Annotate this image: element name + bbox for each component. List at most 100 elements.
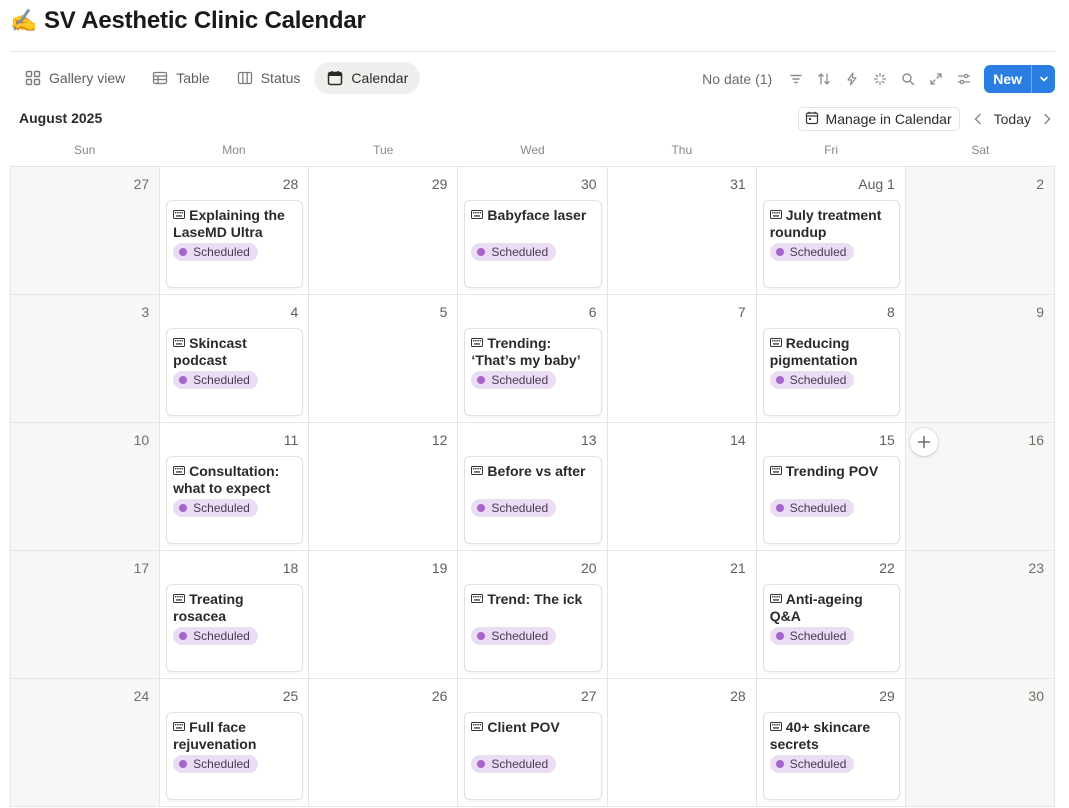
calendar-day-cell[interactable]: 6 Trending: ‘That’s my baby’ Scheduled (458, 295, 608, 423)
calendar-day-cell[interactable]: 9 (905, 295, 1055, 423)
event-card[interactable]: Anti-ageing Q&A Scheduled (762, 584, 900, 672)
keyboard-icon (471, 462, 484, 475)
calendar-day-cell[interactable]: 8 Reducing pigmentation Scheduled (756, 295, 906, 423)
calendar-day-cell[interactable]: 29 40+ skincare secrets Scheduled (756, 679, 906, 807)
status-label: Scheduled (789, 373, 847, 387)
chevron-right-icon[interactable] (1037, 107, 1057, 131)
calendar-day-cell[interactable]: 30 (905, 679, 1055, 807)
event-card[interactable]: Skincast podcast Scheduled (166, 328, 304, 416)
day-number: 14 (730, 432, 746, 448)
event-card[interactable]: Trend: The ick Scheduled (464, 584, 602, 672)
calendar-day-cell[interactable]: 25 Full face rejuvenation Scheduled (160, 679, 310, 807)
no-date-button[interactable]: No date (1) (702, 71, 772, 87)
calendar-day-cell[interactable]: 27 (11, 167, 161, 295)
board-icon (236, 69, 254, 87)
calendar-day-cell[interactable]: 18 Treating rosacea Scheduled (160, 551, 310, 679)
automation-icon[interactable] (838, 65, 866, 93)
status-badge: Scheduled (769, 627, 855, 645)
calendar-day-cell[interactable]: 17 (11, 551, 161, 679)
page-title[interactable]: SV Aesthetic Clinic Calendar (44, 7, 366, 35)
tab-status[interactable]: Status (224, 62, 313, 94)
weekday-label: Sat (971, 143, 990, 157)
filter-icon[interactable] (782, 65, 810, 93)
tab-gallery-view[interactable]: Gallery view (12, 62, 137, 94)
calendar-day-cell[interactable]: 24 (11, 679, 161, 807)
status-dot (775, 504, 784, 512)
calendar-day-cell[interactable]: 31 (607, 167, 757, 295)
sort-icon[interactable] (810, 65, 838, 93)
toolbar: No date (1) New (702, 65, 1055, 93)
status-badge: Scheduled (173, 499, 258, 517)
calendar-day-cell[interactable]: 20 Trend: The ick Scheduled (458, 551, 608, 679)
day-number: 3 (141, 304, 150, 320)
weekday-label: Tue (373, 143, 394, 157)
status-dot (179, 760, 188, 768)
calendar-day-cell[interactable]: 23 (905, 551, 1055, 679)
status-badge: Scheduled (769, 243, 855, 261)
day-number: 23 (1028, 560, 1044, 576)
event-title: Full face rejuvenation (173, 718, 296, 752)
manage-in-calendar-button[interactable]: Manage in Calendar (797, 107, 960, 131)
event-card[interactable]: Before vs after Scheduled (464, 456, 602, 544)
calendar-day-cell[interactable]: 2 (905, 167, 1055, 295)
day-number: 25 (282, 688, 299, 704)
calendar-day-cell[interactable]: 29 (309, 167, 459, 295)
search-icon[interactable] (894, 65, 922, 93)
calendar-day-cell[interactable]: 15 Trending POV Scheduled (756, 423, 906, 551)
calendar-day-cell[interactable]: 16 (905, 423, 1055, 551)
tab-label: Status (260, 70, 301, 86)
calendar-day-cell[interactable]: 4 Skincast podcast Scheduled (160, 295, 310, 423)
calendar-day-cell[interactable]: 21 (607, 551, 757, 679)
calendar-day-cell[interactable]: 28 (607, 679, 757, 807)
calendar-day-cell[interactable]: 13 Before vs after Scheduled (458, 423, 608, 551)
calendar-day-cell[interactable]: 19 (309, 551, 459, 679)
keyboard-icon (769, 334, 782, 347)
calendar-controls: Manage in Calendar Today (797, 106, 1057, 132)
event-card[interactable]: Client POV Scheduled (464, 712, 602, 800)
status-label: Scheduled (193, 757, 250, 771)
chevron-down-icon[interactable] (1031, 65, 1055, 93)
event-card[interactable]: Babyface laser Scheduled (464, 200, 602, 288)
new-button[interactable]: New (984, 65, 1031, 93)
event-card[interactable]: July treatment roundup Scheduled (762, 200, 900, 288)
calendar-day-cell[interactable]: 5 (309, 295, 459, 423)
manage-label: Manage in Calendar (825, 111, 952, 127)
tab-table[interactable]: Table (139, 62, 221, 94)
event-title-text: Explaining the LaseMD Ultra (173, 207, 285, 240)
status-dot (179, 632, 188, 640)
event-card[interactable]: Trending: ‘That’s my baby’ Scheduled (464, 328, 602, 416)
event-title-text: Reducing pigmentation (769, 335, 858, 368)
calendar-day-cell[interactable]: 11 Consultation: what to expect Scheduled (160, 423, 310, 551)
settings-icon[interactable] (950, 65, 978, 93)
calendar-day-cell[interactable]: 10 (11, 423, 161, 551)
calendar-icon (326, 69, 344, 87)
calendar-day-cell[interactable]: 22 Anti-ageing Q&A Scheduled (756, 551, 906, 679)
calendar-day-cell[interactable]: 14 (607, 423, 757, 551)
calendar-day-cell[interactable]: 28 Explaining the LaseMD Ultra Scheduled (160, 167, 310, 295)
calendar-day-cell[interactable]: Aug 1 July treatment roundup Scheduled (756, 167, 906, 295)
calendar-day-cell[interactable]: 27 Client POV Scheduled (458, 679, 608, 807)
chevron-left-icon[interactable] (968, 107, 988, 131)
event-card[interactable]: Reducing pigmentation Scheduled (762, 328, 900, 416)
calendar-day-cell[interactable]: 12 (309, 423, 459, 551)
day-number: 13 (580, 432, 597, 448)
calendar-day-cell[interactable]: 7 (607, 295, 757, 423)
event-card[interactable]: Explaining the LaseMD Ultra Scheduled (166, 200, 304, 288)
event-card[interactable]: Consultation: what to expect Scheduled (166, 456, 304, 544)
ai-icon[interactable] (866, 65, 894, 93)
status-dot (179, 248, 188, 256)
expand-icon[interactable] (922, 65, 950, 93)
status-label: Scheduled (193, 501, 250, 515)
event-card[interactable]: Treating rosacea Scheduled (166, 584, 304, 672)
calendar-day-cell[interactable]: 30 Babyface laser Scheduled (458, 167, 608, 295)
calendar-day-cell[interactable]: 3 (11, 295, 161, 423)
today-button[interactable]: Today (988, 111, 1037, 127)
event-card[interactable]: 40+ skincare secrets Scheduled (762, 712, 900, 800)
day-number: 30 (1028, 688, 1044, 704)
calendar-day-cell[interactable]: 26 (309, 679, 459, 807)
add-event-icon[interactable] (909, 428, 938, 456)
tab-calendar[interactable]: Calendar (314, 62, 421, 94)
event-card[interactable]: Full face rejuvenation Scheduled (166, 712, 304, 800)
event-card[interactable]: Trending POV Scheduled (762, 456, 900, 544)
keyboard-icon (471, 334, 484, 347)
